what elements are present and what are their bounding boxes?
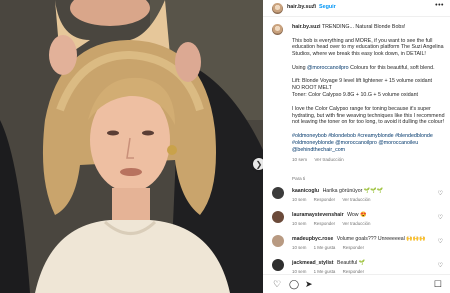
reply-button[interactable]: Responder: [343, 245, 364, 250]
comment-text: Beautiful: [336, 260, 358, 266]
comment-like-icon[interactable]: [438, 238, 443, 245]
follow-button[interactable]: Seguir: [319, 4, 336, 10]
reply-button[interactable]: Responder: [314, 197, 335, 202]
comment-text: Volume goals??? Unreeeeeal: [336, 236, 405, 242]
post-caption: hair.by.suzi TRENDING... Natural Blonde …: [292, 24, 448, 164]
share-icon[interactable]: ➤: [305, 280, 313, 289]
comment-item: kaanicoglu Harika görünüyor 🌱🌱🌱 10 sem R…: [272, 187, 447, 211]
caption-time: 10 sem: [292, 157, 308, 163]
comment-like-icon[interactable]: [438, 262, 443, 269]
comment-icon[interactable]: ◯: [289, 280, 299, 289]
caption-meta: 10 sem Ver traducción: [292, 157, 448, 164]
comment-sort-label[interactable]: Para ti: [292, 176, 305, 181]
heart-icon[interactable]: ♡: [273, 280, 281, 289]
caption-hashtags[interactable]: #oldmoneybob #blondebob #creamyblonde #b…: [292, 133, 448, 154]
comment-emoji: 🌱: [358, 260, 366, 266]
caption-paragraph-1: This bob is everything and MORE, if you …: [292, 37, 444, 58]
commenter-handle[interactable]: jackmead_stylist: [292, 260, 334, 266]
caption-formula: Lift: Blonde Voyage 9 level lift lighten…: [292, 78, 433, 99]
photo-illustration: [0, 0, 263, 293]
comment-text: Wow: [347, 212, 359, 218]
comment-time: 10 sem: [292, 197, 307, 202]
chevron-right-icon: ❯: [255, 159, 263, 169]
commenter-handle[interactable]: kaanicoglu: [292, 188, 319, 194]
bookmark-icon[interactable]: ☐: [434, 280, 442, 289]
author-avatar[interactable]: [272, 3, 283, 14]
caption-translate-link[interactable]: Ver traducción: [314, 157, 343, 162]
carousel-next-button[interactable]: ❯: [253, 158, 263, 170]
comment-like-icon[interactable]: [438, 214, 443, 221]
comment-item: lauramaystevenshair Wow 😍 10 sem Respond…: [272, 211, 447, 235]
translate-link[interactable]: Ver traducción: [342, 197, 370, 202]
comment-time: 10 sem: [292, 245, 307, 250]
caption-paragraph-3: I love the Color Calypso range for tonin…: [292, 105, 445, 126]
reply-button[interactable]: Responder: [314, 221, 335, 226]
caption-avatar[interactable]: [272, 24, 283, 35]
more-options-icon[interactable]: •••: [435, 2, 444, 9]
commenter-avatar[interactable]: [272, 211, 284, 223]
comment-likes-count[interactable]: 1 Me gusta: [314, 245, 336, 250]
post-detail-panel: hair.by.suzi • Seguir ••• hair.by.suzi T…: [263, 0, 450, 293]
post-header: hair.by.suzi • Seguir •••: [263, 0, 450, 17]
comment-emoji: 🌱🌱🌱: [363, 188, 384, 194]
comment-text: Harika görünüyor: [322, 188, 363, 194]
mention-moroccanoilpro[interactable]: @moroccanoilpro: [307, 65, 349, 71]
translate-link[interactable]: Ver traducción: [342, 221, 370, 226]
comment-item: madeupbyc.rose Volume goals??? Unreeeeea…: [272, 235, 447, 259]
post-image[interactable]: ❯: [0, 0, 263, 293]
commenter-avatar[interactable]: [272, 235, 284, 247]
commenter-avatar[interactable]: [272, 259, 284, 271]
comment-emoji: 🙌🙌🙌: [406, 236, 426, 242]
comment-like-icon[interactable]: [438, 190, 443, 197]
separator-dot: •: [313, 3, 316, 9]
caption-paragraph-2: Using @moroccanoilpro Colours for this b…: [292, 64, 435, 71]
commenter-handle[interactable]: lauramaystevenshair: [292, 212, 344, 218]
comment-emoji: 😍: [359, 212, 367, 218]
post-action-bar: ♡ ◯ ➤ ☐: [263, 274, 450, 293]
caption-title: TRENDING... Natural Blonde Bobs!: [321, 24, 406, 30]
author-handle[interactable]: hair.by.suzi: [287, 4, 316, 10]
commenter-avatar[interactable]: [272, 187, 284, 199]
caption-handle[interactable]: hair.by.suzi: [292, 24, 320, 30]
commenter-handle[interactable]: madeupbyc.rose: [292, 236, 333, 242]
comment-time: 10 sem: [292, 221, 307, 226]
